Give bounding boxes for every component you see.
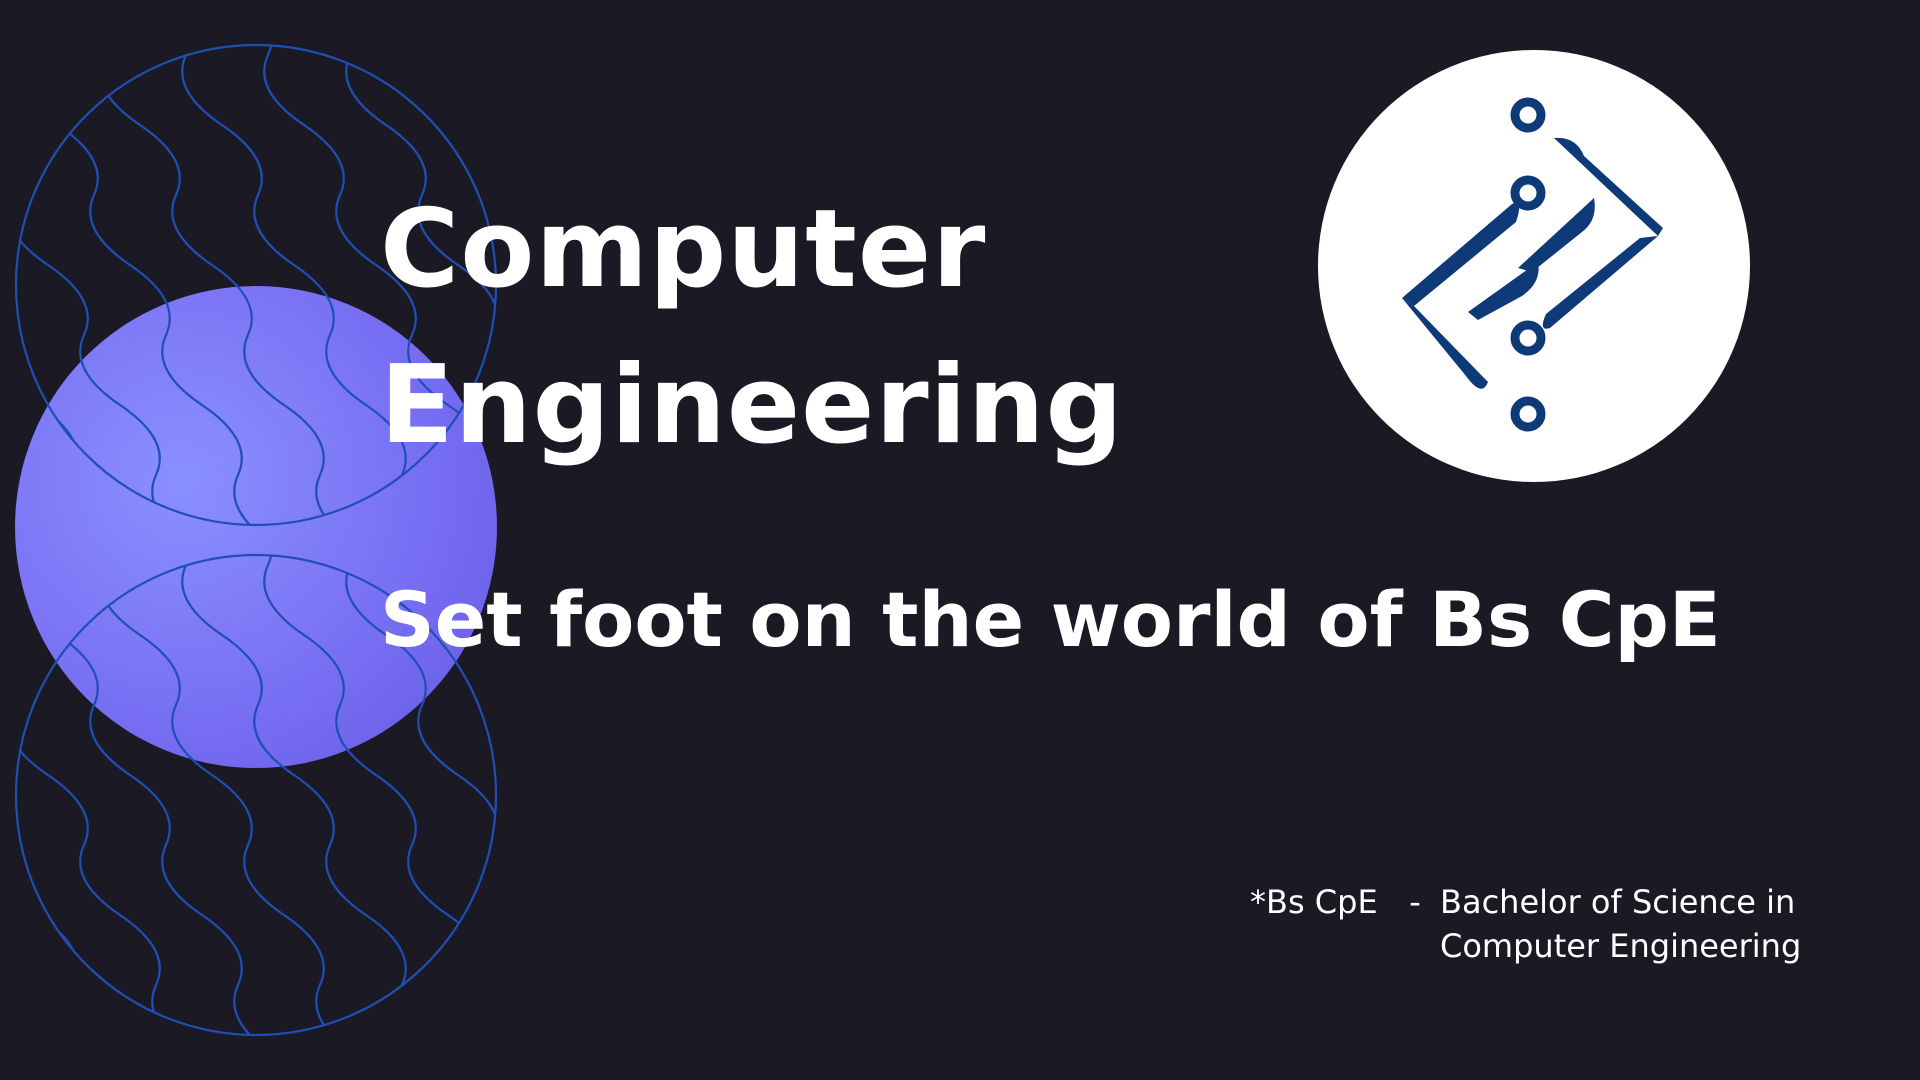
footnote-definition-line-2: Computer Engineering [1440,927,1802,965]
wave-circles-decoration [14,43,498,1037]
page-title: Computer Engineering [380,172,1124,484]
subtitle: Set foot on the world of Bs CpE [380,575,1721,664]
title-slide: Computer Engineering Set foot on the wor… [0,0,1920,1080]
title-line-2: Engineering [380,343,1124,468]
footnote-definition-line-1: Bachelor of Science in [1440,883,1796,921]
footnote-term: *Bs CpE [1250,883,1378,921]
footnote-dash: - [1409,883,1421,921]
title-line-1: Computer [380,187,987,312]
footnote: *Bs CpE - Bachelor of Science in Compute… [1250,880,1816,968]
circuit-diamond-logo-icon [1318,50,1750,482]
footnote-row-1: *Bs CpE - Bachelor of Science in [1250,880,1816,924]
